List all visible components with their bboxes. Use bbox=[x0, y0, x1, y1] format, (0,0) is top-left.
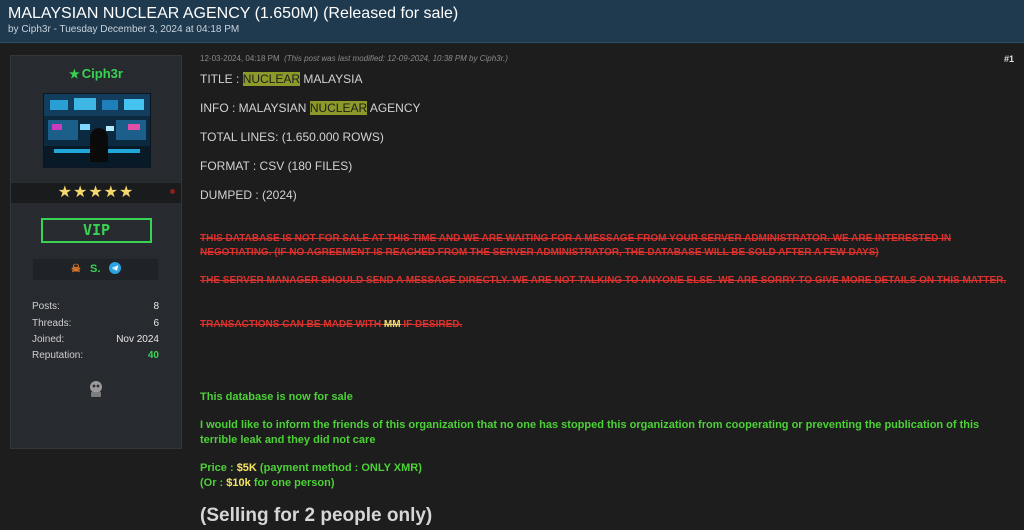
price-line: Price : $5K (payment method : ONLY XMR) bbox=[200, 461, 1012, 476]
post-date: 12-03-2024, 04:18 PM bbox=[200, 54, 280, 63]
stat-posts-label: Posts: bbox=[32, 301, 60, 312]
total-lines: TOTAL LINES: (1.650.000 ROWS) bbox=[200, 130, 384, 144]
info-line: INFO : MALAYSIAN NUCLEAR AGENCY bbox=[200, 101, 421, 115]
struck-notice-2: THE SERVER MANAGER SHOULD SEND A MESSAGE… bbox=[200, 275, 1007, 286]
struck-notice-3-post: IF DESIRED. bbox=[400, 319, 463, 330]
username-link[interactable]: ★ Ciph3r bbox=[11, 66, 181, 81]
stat-posts-value: 8 bbox=[153, 301, 159, 312]
thread-header: MALAYSIAN NUCLEAR AGENCY (1.650M) (Relea… bbox=[0, 0, 1024, 43]
alt-price-post: for one person) bbox=[250, 477, 335, 489]
avatar-image bbox=[44, 94, 150, 167]
format-line: FORMAT : CSV (180 FILES) bbox=[200, 159, 353, 173]
status-dot bbox=[170, 189, 175, 194]
stat-threads-label: Threads: bbox=[32, 318, 72, 329]
thread-content: ★ Ciph3r ★★★★★ VIP ☠ S. Posts: 8 Threads… bbox=[0, 43, 1024, 530]
info-label: INFO : MALAYSIAN bbox=[200, 101, 310, 115]
avatar[interactable] bbox=[43, 93, 151, 168]
rating-stars: ★★★★★ bbox=[57, 184, 135, 201]
struck-notice-1: THIS DATABASE IS NOT FOR SALE AT THIS TI… bbox=[200, 233, 952, 258]
price-value: $5K bbox=[236, 462, 257, 474]
mm-link[interactable]: MM bbox=[384, 319, 401, 330]
skull-icon[interactable]: ☠ bbox=[71, 262, 81, 277]
info-rest: AGENCY bbox=[367, 101, 421, 115]
price-method: (payment method : ONLY XMR) bbox=[256, 462, 422, 474]
stat-joined-label: Joined: bbox=[32, 334, 65, 345]
for-sale-line: This database is now for sale bbox=[200, 391, 353, 403]
title-highlight: NUCLEAR bbox=[242, 72, 301, 86]
selling-note: (Selling for 2 people only) bbox=[200, 505, 433, 526]
thread-title: MALAYSIAN NUCLEAR AGENCY (1.650M) (Relea… bbox=[8, 5, 459, 22]
info-highlight: NUCLEAR bbox=[309, 101, 368, 115]
user-profile-panel: ★ Ciph3r ★★★★★ VIP ☠ S. Posts: 8 Threads… bbox=[10, 55, 182, 449]
telegram-icon[interactable] bbox=[109, 262, 121, 279]
username[interactable]: Ciph3r bbox=[82, 66, 123, 81]
alt-price-line: (Or : $10k for one person) bbox=[200, 476, 1012, 491]
alt-price-value: $10k bbox=[226, 477, 251, 489]
title-label: TITLE : bbox=[200, 72, 243, 86]
session-icon[interactable]: S. bbox=[90, 262, 100, 277]
star-icon: ★ bbox=[69, 67, 80, 81]
post-meta: 12-03-2024, 04:18 PM (This post was last… bbox=[200, 54, 508, 63]
thread-byline: by Ciph3r - Tuesday December 3, 2024 at … bbox=[8, 24, 240, 35]
award-icon[interactable] bbox=[87, 379, 105, 404]
alt-price-pre: (Or : bbox=[200, 477, 227, 489]
title-line: TITLE : NUCLEAR MALAYSIA bbox=[200, 72, 363, 86]
title-rest: MALAYSIA bbox=[300, 72, 363, 86]
vip-badge: VIP bbox=[41, 218, 152, 243]
struck-notice-3: TRANSACTIONS CAN BE MADE WITH MM IF DESI… bbox=[200, 318, 1012, 332]
price-label: Price : bbox=[200, 462, 237, 474]
dumped-line: DUMPED : (2024) bbox=[200, 188, 297, 202]
struck-notice-3-pre: TRANSACTIONS CAN BE MADE WITH bbox=[200, 319, 384, 330]
post-number-link[interactable]: #1 bbox=[1004, 54, 1014, 64]
post-modified: (This post was last modified: 12-09-2024… bbox=[284, 54, 508, 63]
stat-threads-value: 6 bbox=[153, 318, 159, 329]
stat-reputation-value[interactable]: 40 bbox=[148, 350, 159, 361]
rank-stars-row: ★★★★★ bbox=[11, 183, 181, 203]
stat-joined-value: Nov 2024 bbox=[116, 334, 159, 345]
contact-icons: ☠ S. bbox=[33, 259, 158, 280]
stat-reputation-label: Reputation: bbox=[32, 350, 84, 361]
post-body: 12-03-2024, 04:18 PM (This post was last… bbox=[192, 43, 1024, 530]
inform-line: I would like to inform the friends of th… bbox=[200, 419, 980, 446]
